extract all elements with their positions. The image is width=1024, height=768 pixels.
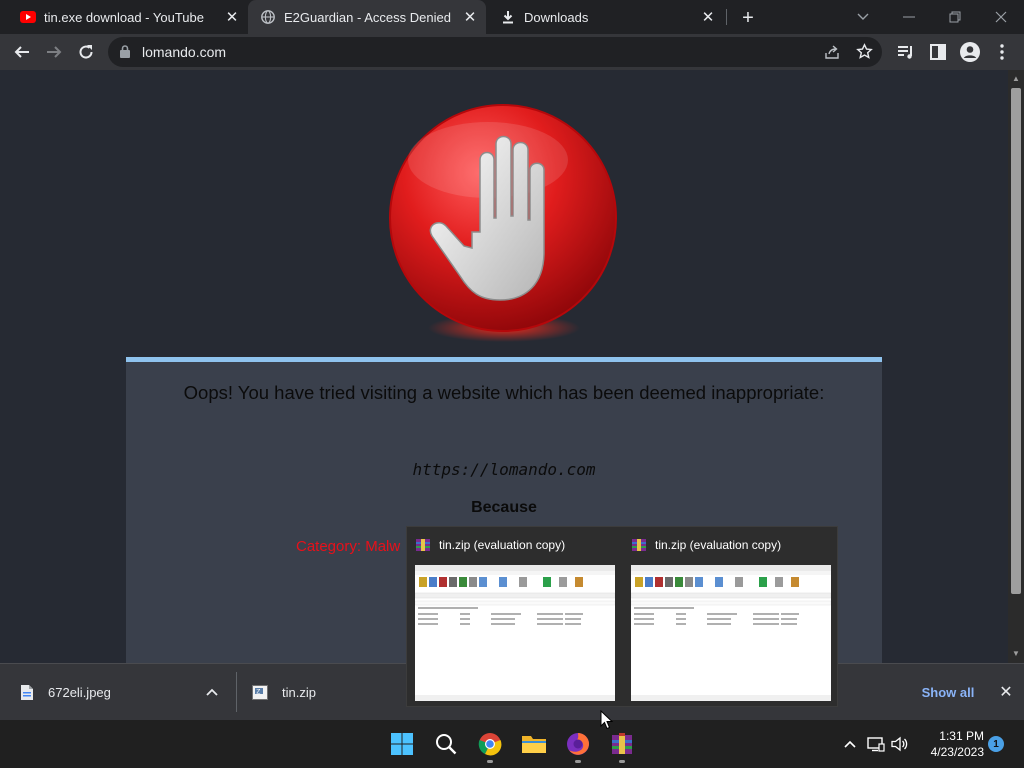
window-preview	[415, 565, 615, 701]
media-controls-icon[interactable]	[892, 38, 920, 66]
restore-button[interactable]	[932, 0, 978, 34]
denial-message: Oops! You have tried visiting a website …	[183, 382, 825, 403]
window-thumbnail[interactable]: tin.zip (evaluation copy)	[407, 527, 623, 707]
windows-start-icon[interactable]	[386, 728, 418, 760]
firefox-icon[interactable]	[562, 728, 594, 760]
address-bar[interactable]: lomando.com	[108, 37, 882, 67]
url-text: lomando.com	[142, 44, 227, 60]
search-icon[interactable]	[430, 728, 462, 760]
chrome-icon[interactable]	[474, 728, 506, 760]
page-scrollbar[interactable]: ▲ ▼	[1008, 70, 1024, 663]
chevron-up-icon[interactable]	[206, 688, 218, 696]
file-explorer-icon[interactable]	[518, 728, 550, 760]
screen: tin.exe download - YouTube ✕ E2Guardian …	[0, 0, 1024, 768]
system-clock[interactable]: 1:31 PM 4/23/2023	[918, 728, 984, 760]
close-tab-icon[interactable]: ✕	[460, 7, 480, 27]
minimize-button[interactable]	[886, 0, 932, 34]
thumbnail-title: tin.zip (evaluation copy)	[655, 538, 782, 552]
bookmark-star-icon[interactable]	[856, 43, 873, 65]
forward-button[interactable]	[40, 38, 68, 66]
close-tab-icon[interactable]: ✕	[222, 7, 242, 27]
window-thumbnail[interactable]: tin.zip (evaluation copy)	[623, 527, 839, 707]
clock-time: 1:31 PM	[939, 729, 984, 743]
back-button[interactable]	[8, 38, 36, 66]
tab-strip: tin.exe download - YouTube ✕ E2Guardian …	[0, 0, 1024, 34]
running-indicator	[487, 760, 493, 763]
tab-e2guardian[interactable]: E2Guardian - Access Denied ✕	[248, 0, 486, 34]
blocked-url: https://lomando.com	[412, 460, 596, 479]
stop-hand-icon	[380, 100, 630, 355]
scrollbar-thumb[interactable]	[1011, 88, 1021, 594]
download-filename: 672eli.jpeg	[48, 684, 111, 700]
tab-title: Downloads	[524, 9, 589, 25]
archive-icon: Z	[252, 684, 268, 700]
running-indicator	[619, 760, 625, 763]
download-item-zip[interactable]: Z tin.zip	[252, 664, 402, 720]
winrar-icon	[415, 537, 431, 553]
close-window-button[interactable]	[978, 0, 1024, 34]
download-separator	[236, 672, 237, 712]
tab-title: tin.exe download - YouTube	[44, 9, 204, 25]
download-item-jpeg[interactable]: 672eli.jpeg	[20, 664, 230, 720]
winrar-icon	[631, 537, 647, 553]
kebab-menu-icon[interactable]	[988, 38, 1016, 66]
close-download-bar-icon[interactable]: ✕	[994, 678, 1018, 706]
document-icon	[20, 684, 34, 701]
scroll-up-arrow-icon[interactable]: ▲	[1011, 74, 1021, 84]
tab-title: E2Guardian - Access Denied	[284, 9, 451, 25]
youtube-icon	[20, 9, 36, 25]
running-indicator	[575, 760, 581, 763]
clock-date: 4/23/2023	[930, 745, 984, 759]
browser-toolbar: lomando.com	[0, 34, 1024, 70]
scroll-down-arrow-icon[interactable]: ▼	[1011, 649, 1021, 659]
windows-taskbar: 1:31 PM 4/23/2023 1	[0, 720, 1024, 768]
svg-text:Z: Z	[256, 688, 260, 695]
tab-youtube[interactable]: tin.exe download - YouTube ✕	[8, 0, 248, 34]
tab-separator	[726, 9, 727, 25]
new-tab-button[interactable]: +	[736, 6, 760, 30]
show-all-button[interactable]: Show all	[912, 678, 984, 706]
download-filename: tin.zip	[282, 684, 316, 700]
globe-icon	[260, 9, 276, 25]
because-label: Because	[471, 499, 537, 516]
download-icon	[500, 9, 516, 25]
mouse-cursor-icon	[600, 709, 614, 735]
thumbnail-title: tin.zip (evaluation copy)	[439, 538, 566, 552]
volume-icon[interactable]	[884, 728, 916, 760]
share-icon[interactable]	[824, 44, 840, 65]
category-label: Category: Malw	[296, 538, 401, 555]
window-preview	[631, 565, 831, 701]
notification-badge[interactable]: 1	[988, 736, 1004, 752]
lock-icon	[120, 45, 130, 63]
reload-button[interactable]	[72, 38, 100, 66]
taskbar-thumbnail-popup: tin.zip (evaluation copy) tin.zip (evalu…	[406, 526, 838, 707]
close-tab-icon[interactable]: ✕	[698, 7, 718, 27]
tab-downloads[interactable]: Downloads ✕	[488, 0, 724, 34]
tab-search-icon[interactable]	[840, 0, 886, 34]
side-panel-icon[interactable]	[924, 38, 952, 66]
profile-avatar-icon[interactable]	[956, 38, 984, 66]
